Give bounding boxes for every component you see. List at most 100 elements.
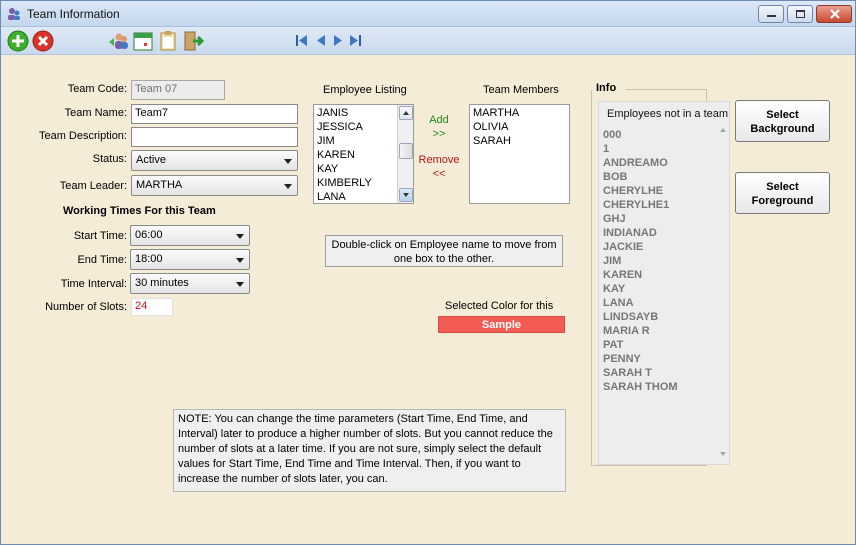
list-item[interactable]: SARAH — [470, 134, 569, 148]
list-item[interactable]: GHJ — [603, 212, 678, 226]
list-item[interactable]: MARIA R — [603, 324, 678, 338]
list-item[interactable]: LINDSAYB — [603, 310, 678, 324]
close-icon — [830, 9, 840, 19]
clipboard-icon[interactable] — [157, 30, 179, 52]
last-record-icon[interactable] — [349, 34, 361, 47]
remove-arrows: << — [432, 168, 446, 180]
time-interval-label: Time Interval: — [60, 278, 127, 290]
prev-record-icon[interactable] — [315, 34, 327, 47]
team-description-input[interactable] — [131, 127, 298, 147]
toolbar — [1, 27, 855, 55]
chevron-down-icon — [236, 258, 244, 263]
status-select[interactable]: Active — [131, 150, 298, 171]
add-button[interactable]: Add >> — [423, 113, 455, 141]
list-item[interactable]: BOB — [603, 170, 678, 184]
unassigned-employees-scrollbar[interactable] — [717, 126, 729, 464]
app-icon — [8, 8, 20, 20]
unassigned-employees-items: 000 1 ANDREAMO BOB CHERYLHE CHERYLHE1 GH… — [603, 128, 678, 394]
team-members-title: Team Members — [483, 84, 559, 96]
exit-icon[interactable] — [182, 30, 204, 52]
list-item[interactable]: KAY — [603, 282, 678, 296]
add-arrows: >> — [432, 128, 446, 140]
start-time-label: Start Time: — [73, 230, 127, 242]
minimize-icon — [767, 15, 776, 17]
end-time-label: End Time: — [77, 254, 127, 266]
add-icon[interactable] — [7, 30, 29, 52]
add-label: Add — [429, 114, 449, 126]
list-item[interactable]: PAT — [603, 338, 678, 352]
remove-button[interactable]: Remove << — [417, 153, 461, 181]
scroll-down-button[interactable] — [399, 188, 413, 202]
calendar-icon[interactable] — [132, 30, 154, 52]
maximize-icon — [796, 10, 805, 18]
list-item[interactable]: OLIVIA — [470, 120, 569, 134]
list-item[interactable]: JIM — [603, 254, 678, 268]
list-item[interactable]: CHERYLHE — [603, 184, 678, 198]
number-of-slots-label: Number of Slots: — [45, 301, 127, 313]
start-time-value: 06:00 — [135, 229, 163, 241]
list-item[interactable]: CHERYLHE1 — [603, 198, 678, 212]
list-item[interactable]: 000 — [603, 128, 678, 142]
time-interval-select[interactable]: 30 minutes — [130, 273, 250, 294]
move-hint: Double-click on Employee name to move fr… — [325, 235, 563, 267]
list-item[interactable]: JACKIE — [603, 240, 678, 254]
color-sample: Sample — [438, 316, 565, 333]
list-item[interactable]: SARAH T — [603, 366, 678, 380]
list-item[interactable]: KAREN — [603, 268, 678, 282]
list-item[interactable]: LANA — [603, 296, 678, 310]
scroll-up-button[interactable] — [399, 106, 413, 120]
users-icon[interactable] — [107, 30, 129, 52]
info-divider — [626, 89, 707, 90]
chevron-down-icon[interactable] — [720, 452, 726, 456]
team-leader-label: Team Leader: — [59, 180, 127, 192]
team-name-label: Team Name: — [64, 107, 127, 119]
chevron-down-icon — [236, 282, 244, 287]
list-item[interactable]: PENNY — [603, 352, 678, 366]
team-code-field: Team 07 — [131, 80, 225, 100]
end-time-value: 18:00 — [135, 253, 163, 265]
start-time-select[interactable]: 06:00 — [130, 225, 250, 246]
maximize-button[interactable] — [787, 5, 813, 23]
title-bar: Team Information — [1, 1, 855, 27]
number-of-slots-value: 24 — [131, 298, 173, 316]
team-leader-select[interactable]: MARTHA — [131, 175, 298, 196]
list-item[interactable]: 1 — [603, 142, 678, 156]
select-foreground-button[interactable]: Select Foreground — [735, 172, 830, 214]
team-members-items: MARTHA OLIVIA SARAH — [470, 105, 569, 148]
info-legend: Info — [596, 82, 621, 94]
status-value: Active — [136, 154, 166, 166]
list-item[interactable]: MARTHA — [470, 106, 569, 120]
first-record-icon[interactable] — [296, 34, 308, 47]
remove-label: Remove — [418, 154, 460, 166]
team-members-box[interactable]: MARTHA OLIVIA SARAH — [469, 104, 570, 204]
end-time-select[interactable]: 18:00 — [130, 249, 250, 270]
slots-note: NOTE: You can change the time parameters… — [173, 409, 566, 492]
team-information-window: Team Information Team Code: Team 07 Team… — [0, 0, 856, 545]
list-item[interactable]: INDIANAD — [603, 226, 678, 240]
list-item[interactable]: ANDREAMO — [603, 156, 678, 170]
time-interval-value: 30 minutes — [135, 277, 189, 289]
window-title: Team Information — [27, 7, 120, 21]
close-button[interactable] — [816, 5, 852, 23]
next-record-icon[interactable] — [332, 34, 344, 47]
scroll-thumb[interactable] — [399, 143, 413, 159]
minimize-button[interactable] — [758, 5, 784, 23]
chevron-down-icon — [236, 234, 244, 239]
list-item[interactable]: SARAH THOM — [603, 380, 678, 394]
selected-color-label: Selected Color for this — [445, 300, 554, 312]
chevron-down-icon — [284, 159, 292, 164]
chevron-up-icon[interactable] — [720, 128, 726, 132]
delete-icon[interactable] — [32, 30, 54, 52]
team-code-label: Team Code: — [67, 83, 127, 95]
employee-listing-box[interactable]: JANIS JESSICA JIM KAREN KAY KIMBERLY LAN… — [313, 104, 414, 204]
select-background-button[interactable]: Select Background — [735, 100, 830, 142]
unassigned-employees-list[interactable]: Employees not in a team 000 1 ANDREAMO B… — [598, 101, 730, 465]
working-times-title: Working Times For this Team — [63, 205, 216, 217]
unassigned-employees-header: Employees not in a team — [607, 108, 729, 120]
team-name-input[interactable]: Team7 — [131, 104, 298, 124]
status-label: Status: — [92, 153, 127, 165]
employee-listing-scrollbar[interactable] — [397, 105, 413, 203]
chevron-up-icon — [403, 111, 409, 115]
chevron-down-icon — [284, 184, 292, 189]
employee-listing-title: Employee Listing — [323, 84, 407, 96]
